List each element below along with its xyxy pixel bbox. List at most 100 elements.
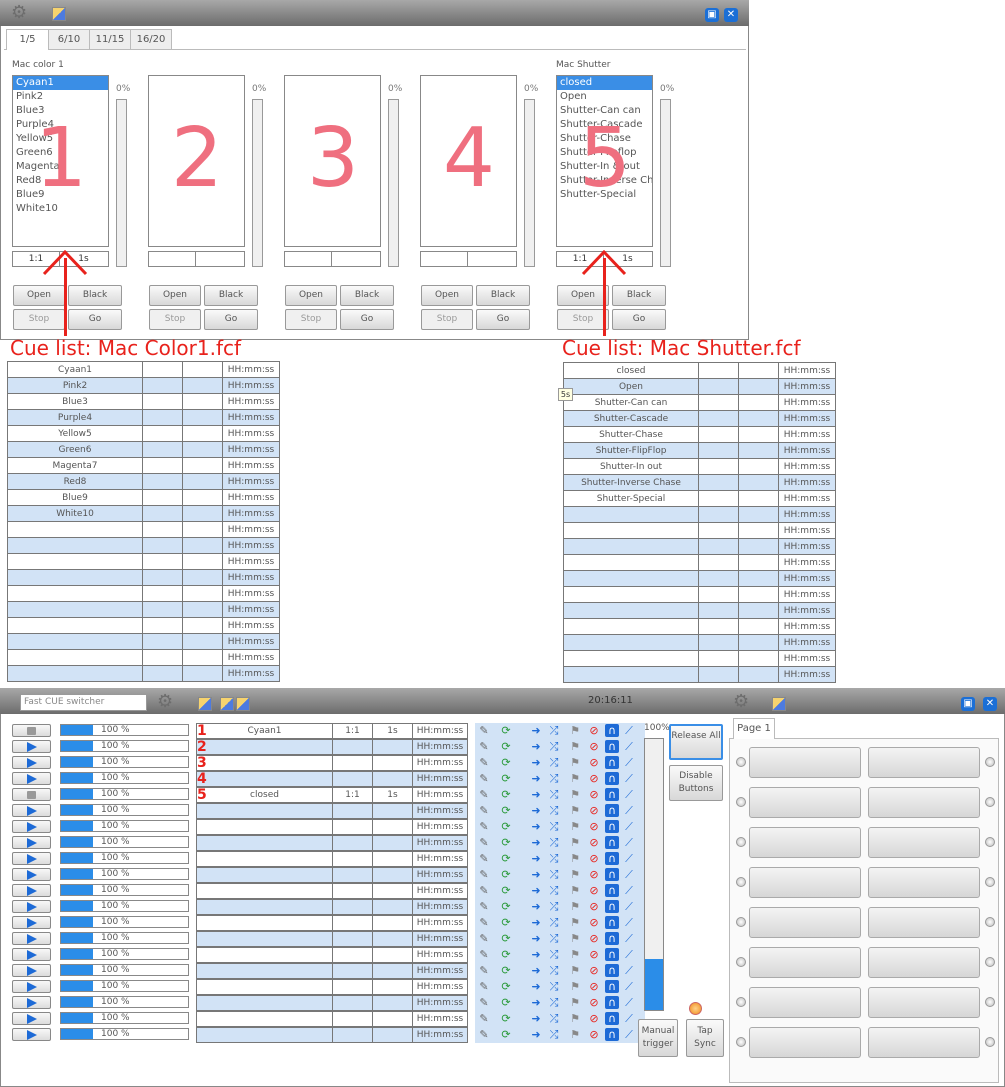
- disable-buttons-button[interactable]: Disable Buttons: [669, 765, 723, 801]
- open-button[interactable]: Open: [13, 285, 65, 306]
- tap-sync-button[interactable]: Tap Sync: [686, 1019, 724, 1057]
- loop-icon[interactable]: ∩: [605, 868, 619, 881]
- disable-icon[interactable]: ⊘: [587, 820, 601, 833]
- curve-icon[interactable]: ⟋: [622, 900, 636, 913]
- curve-icon[interactable]: ⟋: [622, 996, 636, 1009]
- table-row[interactable]: HH:mm:ss: [563, 554, 836, 571]
- curve-icon[interactable]: ⟋: [622, 932, 636, 945]
- disable-icon[interactable]: ⊘: [587, 980, 601, 993]
- open-button[interactable]: Open: [149, 285, 201, 306]
- tab-16-20[interactable]: 16/20: [130, 29, 172, 49]
- cue-list-item[interactable]: Open: [557, 90, 652, 104]
- shuffle-icon[interactable]: ⤮: [547, 852, 561, 865]
- tab-1-5[interactable]: 1/5: [6, 29, 49, 50]
- flag-icon[interactable]: ⚑: [568, 836, 582, 849]
- table-row[interactable]: Shutter-Can can HH:mm:ss: [563, 394, 836, 411]
- flag-icon[interactable]: ⚑: [568, 756, 582, 769]
- play-button[interactable]: [12, 916, 51, 929]
- flag-icon[interactable]: ⚑: [568, 772, 582, 785]
- loop-icon[interactable]: ∩: [605, 996, 619, 1009]
- refresh-icon[interactable]: ⟳: [499, 980, 513, 993]
- open-button[interactable]: Open: [421, 285, 473, 306]
- stop-button[interactable]: Stop: [557, 309, 609, 330]
- table-row[interactable]: White10 HH:mm:ss: [7, 505, 280, 522]
- table-row[interactable]: HH:mm:ss: [563, 586, 836, 603]
- edit-cue-icon[interactable]: ✎: [477, 740, 491, 753]
- lock-icon[interactable]: ▣: [705, 8, 719, 22]
- stop-button[interactable]: Stop: [13, 309, 65, 330]
- page-cue-button[interactable]: [749, 787, 861, 818]
- shuffle-icon[interactable]: ⤮: [547, 804, 561, 817]
- edit-cue-icon[interactable]: ✎: [477, 932, 491, 945]
- disable-icon[interactable]: ⊘: [587, 1028, 601, 1041]
- page-cue-button[interactable]: [749, 947, 861, 978]
- refresh-icon[interactable]: ⟳: [499, 772, 513, 785]
- shuffle-icon[interactable]: ⤮: [547, 916, 561, 929]
- curve-icon[interactable]: ⟋: [622, 868, 636, 881]
- table-row[interactable]: HH:mm:ss: [563, 634, 836, 651]
- cue-cells[interactable]: HH:mm:ss: [196, 995, 468, 1011]
- table-row[interactable]: HH:mm:ss: [563, 602, 836, 619]
- disable-icon[interactable]: ⊘: [587, 852, 601, 865]
- table-row[interactable]: HH:mm:ss: [7, 665, 280, 682]
- table-row[interactable]: HH:mm:ss: [7, 537, 280, 554]
- loop-icon[interactable]: ∩: [605, 724, 619, 737]
- shuffle-icon[interactable]: ⤮: [547, 788, 561, 801]
- black-button[interactable]: Black: [340, 285, 394, 306]
- table-row[interactable]: HH:mm:ss: [7, 569, 280, 586]
- play-button[interactable]: [12, 1012, 51, 1025]
- master-fader[interactable]: [644, 738, 664, 1011]
- shuffle-icon[interactable]: ⤮: [547, 996, 561, 1009]
- arrow-right-icon[interactable]: ➜: [525, 980, 547, 993]
- cue-list-item[interactable]: Cyaan1: [13, 76, 108, 90]
- cue-cells[interactable]: HH:mm:ss: [196, 739, 468, 755]
- loop-icon[interactable]: ∩: [605, 1028, 619, 1041]
- edit-cue-icon[interactable]: ✎: [477, 852, 491, 865]
- edit-cue-icon[interactable]: ✎: [477, 772, 491, 785]
- cue-cells[interactable]: HH:mm:ss: [196, 1027, 468, 1043]
- play-button[interactable]: [12, 772, 51, 785]
- arrow-right-icon[interactable]: ➜: [525, 932, 547, 945]
- table-row[interactable]: HH:mm:ss: [7, 617, 280, 634]
- curve-icon[interactable]: ⟋: [622, 756, 636, 769]
- shuffle-icon[interactable]: ⤮: [547, 756, 561, 769]
- refresh-icon[interactable]: ⟳: [499, 884, 513, 897]
- go-button[interactable]: Go: [476, 309, 530, 330]
- curve-icon[interactable]: ⟋: [622, 852, 636, 865]
- refresh-icon[interactable]: ⟳: [499, 996, 513, 1009]
- play-button[interactable]: [12, 1028, 51, 1041]
- edit-cue-icon[interactable]: ✎: [477, 948, 491, 961]
- table-row[interactable]: HH:mm:ss: [563, 506, 836, 523]
- refresh-icon[interactable]: ⟳: [499, 1012, 513, 1025]
- arrow-right-icon[interactable]: ➜: [525, 900, 547, 913]
- refresh-icon[interactable]: ⟳: [499, 948, 513, 961]
- flag-icon[interactable]: ⚑: [568, 980, 582, 993]
- play-button[interactable]: [12, 948, 51, 961]
- loop-icon[interactable]: ∩: [605, 932, 619, 945]
- edit-cue-icon[interactable]: ✎: [477, 884, 491, 897]
- flag-icon[interactable]: ⚑: [568, 740, 582, 753]
- table-row[interactable]: Shutter-Chase HH:mm:ss: [563, 426, 836, 443]
- manual-trigger-button[interactable]: Manual trigger: [638, 1019, 678, 1057]
- curve-icon[interactable]: ⟋: [622, 884, 636, 897]
- page-cue-button[interactable]: [868, 947, 980, 978]
- loop-icon[interactable]: ∩: [605, 1012, 619, 1025]
- play-button[interactable]: [12, 756, 51, 769]
- refresh-icon[interactable]: ⟳: [499, 756, 513, 769]
- play-button[interactable]: [12, 820, 51, 833]
- edit-icon[interactable]: [236, 697, 250, 711]
- curve-icon[interactable]: ⟋: [622, 804, 636, 817]
- flag-icon[interactable]: ⚑: [568, 804, 582, 817]
- refresh-icon[interactable]: ⟳: [499, 852, 513, 865]
- page-cue-button[interactable]: [749, 747, 861, 778]
- flag-icon[interactable]: ⚑: [568, 900, 582, 913]
- cue-cells[interactable]: HH:mm:ss: [196, 931, 468, 947]
- flag-icon[interactable]: ⚑: [568, 932, 582, 945]
- loop-icon[interactable]: ∩: [605, 788, 619, 801]
- edit-cue-icon[interactable]: ✎: [477, 868, 491, 881]
- shuffle-icon[interactable]: ⤮: [547, 1028, 561, 1041]
- play-button[interactable]: [12, 740, 51, 753]
- loop-icon[interactable]: ∩: [605, 804, 619, 817]
- curve-icon[interactable]: ⟋: [622, 1028, 636, 1041]
- disable-icon[interactable]: ⊘: [587, 788, 601, 801]
